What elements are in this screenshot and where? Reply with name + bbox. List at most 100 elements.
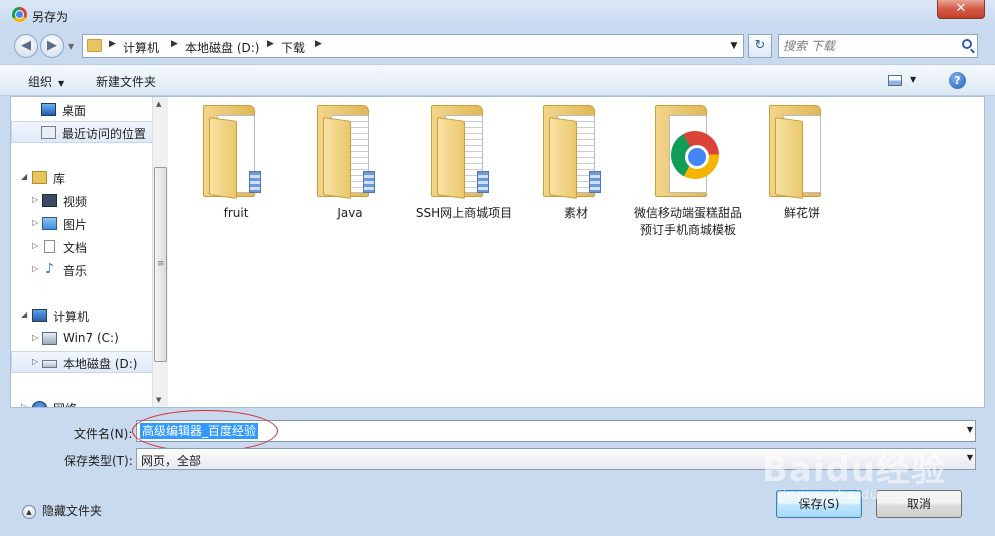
nav-item-label: 文档 [63,241,88,255]
expand-arrow-icon[interactable]: ◢ [21,310,27,319]
breadcrumb-arrow-icon[interactable]: ▶ [315,39,322,49]
breadcrumb-downloads[interactable]: 下载 [281,39,305,56]
toolbar: 组织 ▼ 新建文件夹 ▼ ? [0,64,995,96]
folder-name: fruit [223,206,249,220]
address-row: ◀ ▶ ▼ ▶ 计算机 ▶ 本地磁盘 (D:) ▶ 下载 ▶ ▼ ↻ [0,30,995,62]
address-dropdown-icon[interactable]: ▼ [725,35,743,57]
title-bar: 另存为 ✕ [0,0,995,30]
nav-item-label: 本地磁盘 (D:) [63,357,138,371]
collapse-arrow-icon[interactable]: ▷ [32,241,38,250]
view-dropdown-icon[interactable]: ▼ [910,75,916,84]
window-title: 另存为 [32,10,69,24]
filename-dropdown-icon[interactable]: ▼ [967,425,973,434]
collapse-arrow-icon[interactable]: ▷ [32,218,38,227]
search-box[interactable] [778,34,978,58]
breadcrumb-arrow-icon[interactable]: ▶ [109,39,116,49]
navigation-pane: 桌面 最近访问的位置 ◢ 库 ▷ 视频 ▷ 图片 ▷ 文档 ▷ ♪ 音乐 ◢ 计… [11,97,168,407]
expand-arrow-icon[interactable]: ◢ [21,172,27,181]
nav-item-drive-c[interactable]: ▷ Win7 (C:) [11,328,153,350]
folder-item-java[interactable]: Java [295,99,405,222]
main-pane: 桌面 最近访问的位置 ◢ 库 ▷ 视频 ▷ 图片 ▷ 文档 ▷ ♪ 音乐 ◢ 计… [10,96,985,408]
collapse-arrow-icon[interactable]: ▷ [32,264,38,273]
organize-label: 组织 [28,75,53,89]
recent-places-icon [41,126,56,139]
refresh-button[interactable]: ↻ [748,34,772,58]
folder-item-fruit[interactable]: fruit [181,99,291,222]
nav-scrollbar[interactable]: ▲ ≡ ▼ [152,97,168,407]
nav-item-label: 桌面 [62,104,87,118]
breadcrumb-drive-d[interactable]: 本地磁盘 (D:) [185,39,259,56]
nav-item-music[interactable]: ▷ ♪ 音乐 [11,259,153,281]
library-icon [32,171,47,184]
nav-item-libraries[interactable]: ◢ 库 [11,167,153,189]
nav-item-label: 计算机 [53,310,90,324]
scroll-down-icon[interactable]: ▼ [156,396,161,404]
desktop-icon [41,103,56,116]
annotation-ellipse [132,410,278,452]
filetype-value: 网页，全部 [141,454,202,468]
back-button[interactable]: ◀ [14,34,38,58]
folder-icon [317,105,383,199]
hide-folders-label: 隐藏文件夹 [42,504,103,518]
folder-item-ssh[interactable]: SSH网上商城项目 [409,99,519,222]
file-list: fruit Java SSH网上商城项目 素材 微信移动端蛋糕甜品预订手机商城模… [171,97,984,407]
address-bar[interactable]: ▶ 计算机 ▶ 本地磁盘 (D:) ▶ 下载 ▶ ▼ [82,34,744,58]
arrow-left-icon: ◀ [21,38,31,53]
forward-button[interactable]: ▶ [40,34,64,58]
collapse-arrow-icon[interactable]: ▷ [21,402,27,407]
search-input[interactable] [783,38,953,54]
folder-chrome-icon [655,105,721,197]
drive-d-icon [42,360,57,368]
baidu-watermark-url: jingyan.baidu.com [778,488,915,503]
filetype-dropdown-icon[interactable]: ▼ [967,453,973,462]
nav-item-label: Win7 (C:) [63,331,119,345]
breadcrumb-arrow-icon[interactable]: ▶ [171,39,178,49]
nav-item-network[interactable]: ▷ 网络 [11,397,153,407]
folder-name: 素材 [563,206,588,220]
folder-icon [769,105,835,199]
folder-icon [87,39,102,52]
nav-item-label: 最近访问的位置 [62,127,147,141]
nav-item-documents[interactable]: ▷ 文档 [11,236,153,258]
chrome-app-icon [12,7,27,22]
scroll-up-icon[interactable]: ▲ [156,100,161,108]
video-icon [42,194,57,207]
folder-item-materials[interactable]: 素材 [521,99,631,222]
documents-icon [44,240,55,253]
nav-item-label: 网络 [53,400,77,407]
change-view-icon[interactable] [888,75,902,86]
nav-item-label: 视频 [63,195,88,209]
collapse-arrow-icon[interactable]: ▷ [32,333,38,342]
nav-item-pictures[interactable]: ▷ 图片 [11,213,153,235]
breadcrumb-arrow-icon[interactable]: ▶ [267,39,274,49]
hide-folders-toggle[interactable]: ▲ 隐藏文件夹 [22,502,102,519]
folder-name: Java [337,206,363,220]
recent-pages-dropdown-icon[interactable]: ▼ [68,42,74,51]
organize-button[interactable]: 组织 ▼ [28,73,64,90]
filename-label: 文件名(N): [74,427,133,441]
folder-item-cake-template[interactable]: 微信移动端蛋糕甜品预订手机商城模板 [633,99,743,239]
nav-item-desktop[interactable]: 桌面 [11,99,153,121]
pictures-icon [42,217,57,230]
new-folder-button[interactable]: 新建文件夹 [96,73,156,90]
nav-item-computer[interactable]: ◢ 计算机 [11,305,153,327]
close-button[interactable]: ✕ [937,0,985,19]
collapse-arrow-icon[interactable]: ▷ [32,357,38,366]
search-icon[interactable] [962,39,972,49]
nav-item-label: 音乐 [63,264,88,278]
folder-name: SSH网上商城项目 [415,206,513,220]
baidu-watermark: Baidu经验 [762,450,947,490]
chevron-down-icon: ▼ [58,79,65,88]
nav-item-recent-places[interactable]: 最近访问的位置 [11,121,153,143]
breadcrumb-computer[interactable]: 计算机 [123,39,159,56]
computer-icon [32,309,47,322]
collapse-arrow-icon[interactable]: ▷ [32,195,38,204]
scrollbar-grip-icon: ≡ [157,259,165,269]
folder-item-flower-cake[interactable]: 鲜花饼 [747,99,857,222]
collapse-up-icon: ▲ [22,504,36,519]
nav-item-label: 图片 [63,218,88,232]
nav-item-drive-d[interactable]: ▷ 本地磁盘 (D:) [11,351,153,373]
filetype-label: 保存类型(T): [64,454,133,468]
help-icon[interactable]: ? [949,72,966,89]
nav-item-videos[interactable]: ▷ 视频 [11,190,153,212]
